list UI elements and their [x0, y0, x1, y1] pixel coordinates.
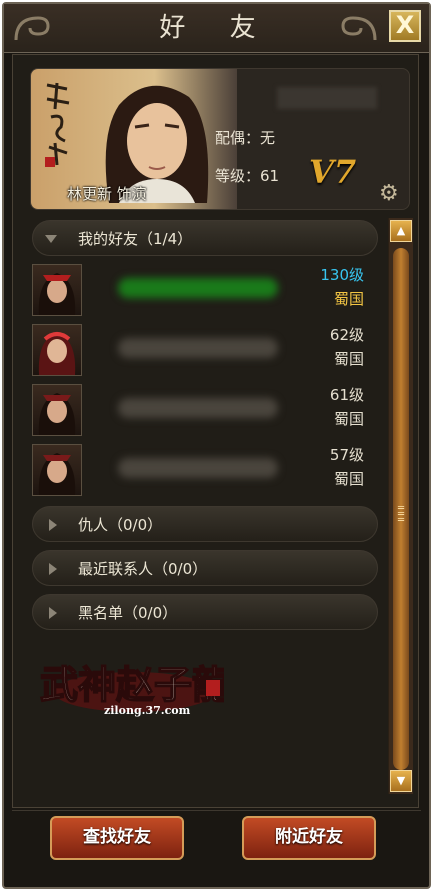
collapse-arrow-icon	[49, 519, 57, 531]
grip-icon: ═ ═ ═	[398, 503, 405, 526]
close-button[interactable]: X	[389, 10, 421, 42]
friend-row[interactable]: 57级 蜀国	[30, 442, 380, 498]
avatar	[32, 324, 82, 376]
friend-row[interactable]: 62级 蜀国	[30, 322, 380, 378]
group-label: 最近联系人（0/0）	[78, 560, 208, 578]
collapse-arrow-icon	[49, 607, 57, 619]
friend-level: 62级	[329, 326, 364, 344]
friend-name-redacted	[118, 398, 278, 418]
friend-faction: 蜀国	[333, 350, 364, 368]
group-my-friends[interactable]: 我的好友（1/4）	[32, 220, 378, 256]
friends-window: 好 友 X 林更新 饰演 配偶：无 等级：61 V7 ⚙ ▲ ═ ═ ═ ▼ 我…	[2, 2, 431, 889]
scroll-thumb[interactable]: ═ ═ ═	[393, 248, 409, 770]
title-bar[interactable]: 好 友 X	[4, 4, 429, 53]
friend-row[interactable]: 130级 蜀国	[30, 262, 380, 318]
friend-level: 61级	[329, 386, 364, 404]
find-friend-button[interactable]: 查找好友	[50, 816, 184, 860]
scroll-down-button[interactable]: ▼	[390, 770, 412, 792]
group-recent-contacts[interactable]: 最近联系人（0/0）	[32, 550, 378, 586]
avatar	[32, 444, 82, 496]
friend-name-redacted	[118, 278, 278, 298]
level-label: 等级：61	[215, 167, 280, 185]
friend-row[interactable]: 61级 蜀国	[30, 382, 380, 438]
friend-faction: 蜀国	[333, 410, 364, 428]
group-enemies[interactable]: 仇人（0/0）	[32, 506, 378, 542]
calligraphy-logo	[45, 82, 70, 167]
group-blacklist[interactable]: 黑名单（0/0）	[32, 594, 378, 630]
avatar	[32, 384, 82, 436]
group-label: 黑名单（0/0）	[78, 604, 178, 622]
group-label: 我的好友（1/4）	[78, 230, 193, 248]
player-name-redacted	[277, 87, 377, 109]
spouse-label: 配偶：无	[215, 129, 276, 147]
nearby-friend-button[interactable]: 附近好友	[242, 816, 376, 860]
friend-faction: 蜀国	[333, 470, 364, 488]
logo-text: 武神赵子龍	[40, 662, 224, 707]
actor-caption: 林更新 饰演	[67, 185, 147, 203]
friend-name-redacted	[118, 458, 278, 478]
gear-icon[interactable]: ⚙	[379, 181, 399, 206]
right-ornament-icon	[341, 16, 377, 41]
collapse-arrow-icon	[49, 563, 57, 575]
group-label: 仇人（0/0）	[78, 516, 163, 534]
friend-name-redacted	[118, 338, 278, 358]
scroll-up-button[interactable]: ▲	[390, 220, 412, 242]
profile-card: 林更新 饰演 配偶：无 等级：61 V7 ⚙	[30, 68, 410, 210]
character-portrait: 林更新 饰演	[31, 69, 237, 209]
friend-level: 57级	[329, 446, 364, 464]
scrollbar[interactable]: ▲ ═ ═ ═ ▼	[388, 218, 413, 794]
logo-url: zilong.37.com	[104, 704, 191, 717]
friend-faction: 蜀国	[333, 290, 364, 308]
vip-badge: V7	[309, 153, 357, 191]
avatar	[32, 264, 82, 316]
expand-arrow-icon	[45, 235, 57, 243]
friend-level: 130级	[320, 266, 364, 284]
